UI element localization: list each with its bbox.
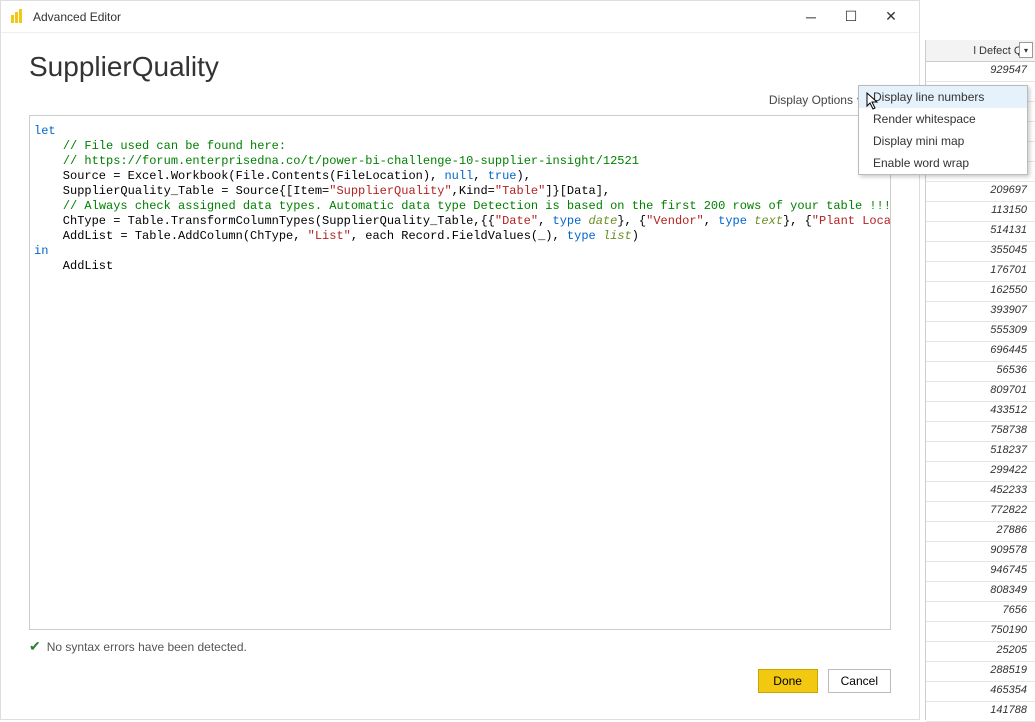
table-cell[interactable]: 465354 bbox=[926, 682, 1035, 702]
editor-content: SupplierQuality Display Options ▾ ? let … bbox=[1, 33, 919, 719]
table-cell[interactable]: 299422 bbox=[926, 462, 1035, 482]
window-controls: ─ ☐ ✕ bbox=[791, 3, 911, 31]
table-cell[interactable]: 7656 bbox=[926, 602, 1035, 622]
table-cell[interactable]: 113150 bbox=[926, 202, 1035, 222]
cancel-button[interactable]: Cancel bbox=[828, 669, 891, 693]
advanced-editor-window: Advanced Editor ─ ☐ ✕ SupplierQuality Di… bbox=[0, 0, 920, 720]
menu-item-display-mini-map[interactable]: Display mini map bbox=[859, 130, 1027, 152]
table-cell[interactable]: 162550 bbox=[926, 282, 1035, 302]
table-cell[interactable]: 758738 bbox=[926, 422, 1035, 442]
dialog-buttons: Done Cancel bbox=[29, 663, 891, 707]
close-button[interactable]: ✕ bbox=[871, 3, 911, 31]
window-title: Advanced Editor bbox=[33, 10, 121, 24]
table-cell[interactable]: 809701 bbox=[926, 382, 1035, 402]
column-header-defect-qty[interactable]: l Defect Qty ▾ bbox=[926, 40, 1035, 62]
editor-toolbar: Display Options ▾ ? bbox=[29, 91, 891, 109]
table-cell[interactable]: 514131 bbox=[926, 222, 1035, 242]
minimize-button[interactable]: ─ bbox=[791, 3, 831, 31]
query-name[interactable]: SupplierQuality bbox=[29, 51, 891, 83]
table-cell[interactable]: 433512 bbox=[926, 402, 1035, 422]
column-filter-dropdown[interactable]: ▾ bbox=[1019, 42, 1033, 58]
table-cell[interactable]: 355045 bbox=[926, 242, 1035, 262]
display-options-dropdown[interactable]: Display Options ▾ bbox=[769, 93, 863, 107]
table-cell[interactable]: 141788 bbox=[926, 702, 1035, 722]
table-cell[interactable]: 209697 bbox=[926, 182, 1035, 202]
status-text: No syntax errors have been detected. bbox=[47, 640, 247, 654]
table-cell[interactable]: 909578 bbox=[926, 542, 1035, 562]
display-options-menu: Display line numbers Render whitespace D… bbox=[858, 85, 1028, 175]
display-options-label: Display Options bbox=[769, 93, 853, 107]
table-cell[interactable]: 929547 bbox=[926, 62, 1035, 82]
table-cell[interactable]: 56536 bbox=[926, 362, 1035, 382]
table-cell[interactable]: 696445 bbox=[926, 342, 1035, 362]
table-cell[interactable]: 750190 bbox=[926, 622, 1035, 642]
table-cell[interactable]: 288519 bbox=[926, 662, 1035, 682]
code-editor[interactable]: let // File used can be found here: // h… bbox=[29, 115, 891, 630]
table-cell[interactable]: 25205 bbox=[926, 642, 1035, 662]
table-cell[interactable]: 946745 bbox=[926, 562, 1035, 582]
menu-item-display-line-numbers[interactable]: Display line numbers bbox=[859, 86, 1027, 108]
table-cell[interactable]: 555309 bbox=[926, 322, 1035, 342]
done-button[interactable]: Done bbox=[758, 669, 818, 693]
menu-item-enable-word-wrap[interactable]: Enable word wrap bbox=[859, 152, 1027, 174]
table-cell[interactable]: 176701 bbox=[926, 262, 1035, 282]
maximize-button[interactable]: ☐ bbox=[831, 3, 871, 31]
table-cell[interactable]: 808349 bbox=[926, 582, 1035, 602]
status-bar: ✔ No syntax errors have been detected. bbox=[29, 630, 891, 663]
table-cell[interactable]: 27886 bbox=[926, 522, 1035, 542]
titlebar: Advanced Editor ─ ☐ ✕ bbox=[1, 1, 919, 33]
table-cell[interactable]: 393907 bbox=[926, 302, 1035, 322]
check-icon: ✔ bbox=[29, 638, 41, 655]
menu-item-render-whitespace[interactable]: Render whitespace bbox=[859, 108, 1027, 130]
table-cell[interactable]: 452233 bbox=[926, 482, 1035, 502]
app-icon bbox=[9, 9, 25, 25]
table-cell[interactable]: 518237 bbox=[926, 442, 1035, 462]
table-cell[interactable]: 772822 bbox=[926, 502, 1035, 522]
